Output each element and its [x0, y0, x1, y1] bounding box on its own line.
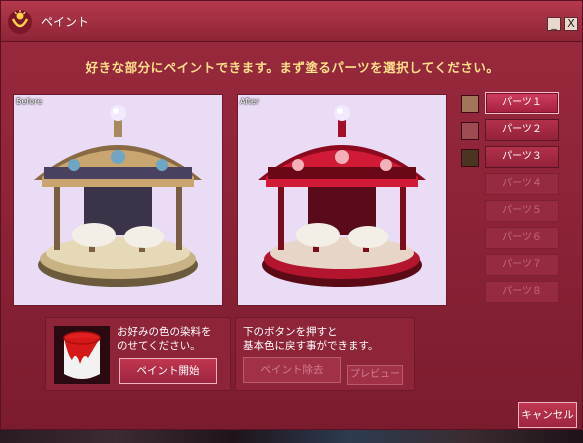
- part-5-button[interactable]: パーツ５: [485, 200, 559, 222]
- dye-instruction-line2: のせてください。: [117, 340, 201, 352]
- instruction-text: 好きな部分にペイントできます。まず塗るパーツを選択してください。: [85, 60, 500, 75]
- after-label: After: [240, 97, 260, 106]
- part-2-button[interactable]: パーツ２: [485, 119, 559, 141]
- reset-instruction-line2: 基本色に戻す事ができます。: [243, 340, 379, 352]
- part-4-button[interactable]: パーツ４: [485, 173, 559, 195]
- before-preview: Before: [13, 94, 223, 306]
- part-7-button[interactable]: パーツ７: [485, 254, 559, 276]
- part-6-button[interactable]: パーツ６: [485, 227, 559, 249]
- reset-instruction-line1: 下のボタンを押すと: [243, 326, 338, 338]
- part-1-color-swatch[interactable]: [461, 95, 479, 113]
- title-bar: ペイント _ X: [1, 1, 582, 42]
- paint-window: ペイント _ X 好きな部分にペイントできます。まず塗るパーツを選択してください…: [0, 0, 583, 430]
- close-button[interactable]: X: [564, 17, 578, 31]
- after-preview: After: [237, 94, 447, 306]
- cancel-button[interactable]: キャンセル: [518, 402, 577, 428]
- part-8-button[interactable]: パーツ８: [485, 281, 559, 303]
- dye-instruction-line1: お好みの色の染料を: [117, 326, 212, 338]
- paint-app-icon: [8, 10, 32, 34]
- part-3-color-swatch[interactable]: [461, 149, 479, 167]
- background-game-strip: [0, 430, 583, 443]
- part-1-button[interactable]: パーツ１: [485, 92, 559, 114]
- before-carousel-image: [34, 105, 202, 287]
- minimize-button[interactable]: _: [547, 17, 561, 31]
- before-label: Before: [16, 97, 43, 106]
- preview-button[interactable]: プレビュー: [347, 365, 403, 385]
- part-2-color-swatch[interactable]: [461, 122, 479, 140]
- paint-start-button[interactable]: ペイント開始: [119, 358, 217, 384]
- paint-can-icon: [54, 326, 110, 384]
- paint-remove-button[interactable]: ペイント除去: [243, 357, 341, 383]
- window-title: ペイント: [41, 15, 90, 29]
- part-3-button[interactable]: パーツ３: [485, 146, 559, 168]
- after-carousel-image: [258, 105, 426, 287]
